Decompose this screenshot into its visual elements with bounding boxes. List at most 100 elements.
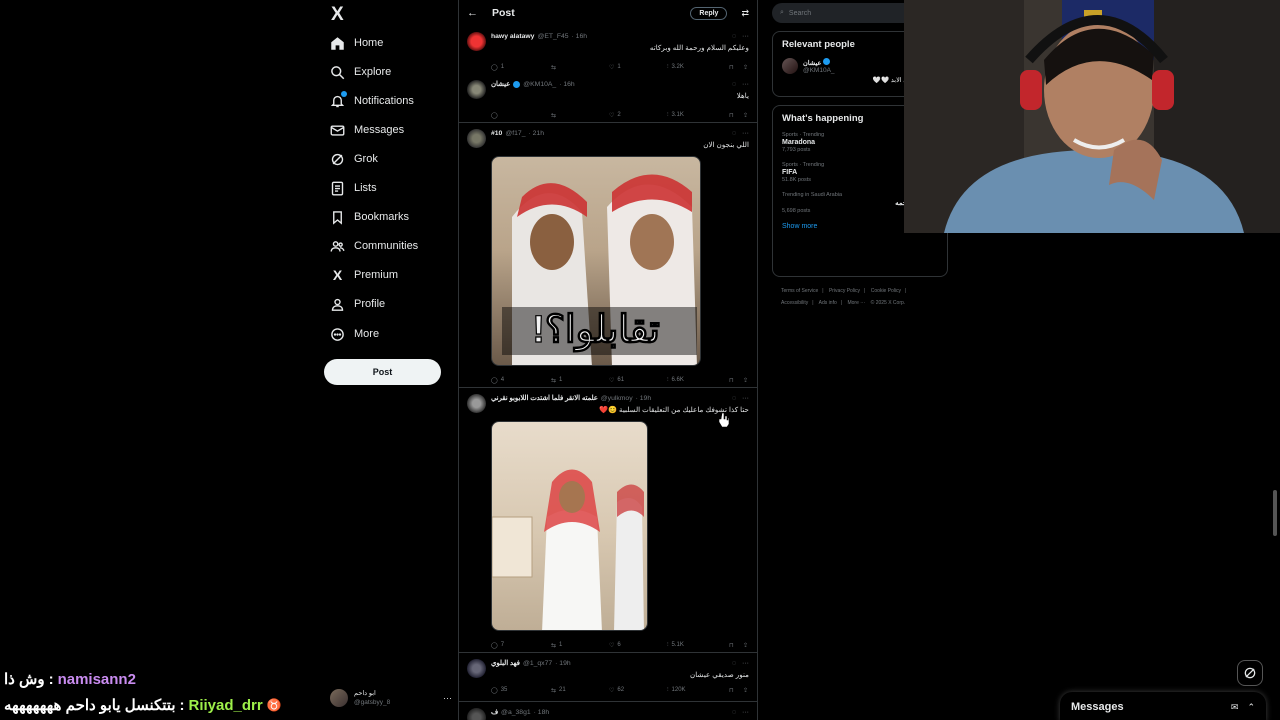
- post-button[interactable]: Post: [324, 359, 441, 385]
- filter-icon[interactable]: ⇄: [741, 8, 749, 19]
- reply-tweet[interactable]: ف @a_38g1 · 18h ◌ ···: [459, 702, 757, 720]
- footer-link[interactable]: Cookie Policy: [871, 288, 901, 294]
- more-horizontal-icon[interactable]: ···: [742, 33, 749, 40]
- views-action[interactable]: ⫶ 5.1K: [667, 642, 729, 649]
- footer-link[interactable]: Ads info: [819, 300, 837, 306]
- nav-messages[interactable]: Messages: [330, 117, 404, 143]
- nav-notifications[interactable]: Notifications: [330, 88, 414, 114]
- tweet-image[interactable]: تقابلوا؟!: [491, 156, 701, 366]
- views-action[interactable]: ⫶ 6.6K: [667, 377, 729, 384]
- tweet-header: عيشان @KM10A_ · 16h ◌ ···: [491, 79, 749, 89]
- reply-tweet[interactable]: علمته الانقر فلما اشتدت اللابوبو نقرني @…: [459, 388, 757, 653]
- grok-icon[interactable]: ◌: [732, 709, 736, 716]
- nav-more[interactable]: More: [330, 321, 379, 347]
- like-action[interactable]: ♡ 2: [609, 112, 667, 119]
- like-action[interactable]: ♡ 61: [609, 377, 667, 384]
- grok-icon[interactable]: ◌: [732, 33, 736, 40]
- nav-premium[interactable]: X Premium: [330, 262, 398, 288]
- tweet-actions: ◯ 35 ⇆ 21 ♡ 62 ⫶ 120K ⊓ ⇪: [491, 682, 749, 698]
- like-action[interactable]: ♡ 6: [609, 642, 667, 649]
- more-horizontal-icon[interactable]: ···: [742, 395, 749, 402]
- reply-tweet[interactable]: hawy alatawy @ET_F45 · 16h ◌ ··· وعليكم ا…: [459, 26, 757, 74]
- reply-tweet[interactable]: فهد البلوي @1_qx77 · 19h ◌ ··· منور صديقي…: [459, 653, 757, 702]
- bookmark-icon[interactable]: ⊓: [729, 64, 743, 71]
- grok-float-button[interactable]: [1237, 660, 1263, 686]
- more-horizontal-icon[interactable]: ···: [742, 709, 749, 716]
- views-action[interactable]: ⫶ 3.1K: [667, 112, 729, 119]
- nav-explore[interactable]: Explore: [330, 59, 391, 85]
- share-icon[interactable]: ⇪: [743, 642, 748, 649]
- nav-profile[interactable]: Profile: [330, 291, 385, 317]
- account-switcher[interactable]: ابو داحم @gatsbyy_8 ···: [330, 686, 452, 710]
- more-horizontal-icon[interactable]: ···: [742, 660, 749, 667]
- reply-action[interactable]: ◯: [491, 112, 551, 119]
- author-name[interactable]: فهد البلوي: [491, 659, 520, 667]
- author-name[interactable]: #10: [491, 130, 502, 137]
- chat-text: بتتكنسل يابو داحم هههههههه: [4, 697, 176, 714]
- bookmark-icon[interactable]: ⊓: [729, 112, 743, 119]
- nav-bookmarks[interactable]: Bookmarks: [330, 204, 409, 230]
- nav-lists-label: Lists: [354, 182, 377, 194]
- footer-link[interactable]: More ···: [847, 300, 865, 306]
- footer-link[interactable]: Terms of Service: [781, 288, 818, 294]
- share-icon[interactable]: ⇪: [743, 64, 748, 71]
- reply-button[interactable]: Reply: [690, 6, 728, 20]
- tweet-image[interactable]: [491, 421, 648, 631]
- bookmark-icon[interactable]: ⊓: [729, 377, 743, 384]
- author-name[interactable]: علمته الانقر فلما اشتدت اللابوبو نقرني: [491, 394, 598, 402]
- back-arrow-icon[interactable]: ←: [467, 7, 478, 19]
- bookmark-icon[interactable]: ⊓: [729, 687, 743, 694]
- reply-action[interactable]: ◯ 7: [491, 642, 551, 649]
- reply-count: 1: [500, 64, 505, 70]
- mail-icon: [330, 123, 345, 138]
- messages-drawer[interactable]: Messages ✉ ⌃: [1060, 692, 1266, 720]
- retweet-action[interactable]: ⇆: [551, 64, 609, 71]
- author-name[interactable]: hawy alatawy: [491, 33, 534, 40]
- nav-lists[interactable]: Lists: [330, 175, 377, 201]
- chevron-up-icon[interactable]: ⌃: [1247, 702, 1255, 713]
- more-horizontal-icon[interactable]: ···: [742, 130, 749, 137]
- view-count: 6.6K: [671, 377, 684, 383]
- retweet-action[interactable]: ⇆ 21: [551, 687, 609, 694]
- nav-grok[interactable]: Grok: [330, 146, 378, 172]
- reply-tweet[interactable]: عيشان @KM10A_ · 16h ◌ ··· ياهلا ◯ ⇆ ♡ 2 ⫶ 3…: [459, 74, 757, 123]
- share-icon[interactable]: ⇪: [743, 687, 748, 694]
- page-scrollbar[interactable]: [1273, 490, 1277, 536]
- reply-action[interactable]: ◯ 35: [491, 687, 551, 694]
- search-input[interactable]: Search: [789, 10, 811, 17]
- x-logo-icon[interactable]: X: [331, 5, 351, 25]
- reply-tweet[interactable]: #10 @f17_ · 21h ◌ ··· اللي بنجون الان تقا…: [459, 123, 757, 388]
- grok-icon[interactable]: ◌: [732, 130, 736, 137]
- nav-home[interactable]: Home: [330, 30, 383, 56]
- tweet-header: hawy alatawy @ET_F45 · 16h ◌ ···: [491, 31, 749, 41]
- retweet-action[interactable]: ⇆ 1: [551, 642, 609, 649]
- new-message-icon[interactable]: ✉: [1231, 702, 1239, 713]
- avatar: [330, 689, 348, 707]
- author-name[interactable]: ف: [491, 708, 498, 716]
- like-action[interactable]: ♡ 62: [609, 687, 667, 694]
- retweet-icon: ⇆: [551, 687, 557, 694]
- copyright: © 2025 X Corp.: [870, 300, 906, 306]
- reply-action[interactable]: ◯ 1: [491, 64, 551, 71]
- retweet-action[interactable]: ⇆ 1: [551, 377, 609, 384]
- account-names: ابو داحم @gatsbyy_8: [354, 689, 390, 707]
- grok-icon[interactable]: ◌: [732, 395, 736, 402]
- more-horizontal-icon[interactable]: ···: [443, 693, 452, 703]
- more-horizontal-icon[interactable]: ···: [742, 81, 749, 88]
- views-action[interactable]: ⫶ 120K: [667, 687, 729, 694]
- nav-communities[interactable]: Communities: [330, 233, 418, 259]
- footer-link[interactable]: Privacy Policy: [829, 288, 860, 294]
- grok-icon[interactable]: ◌: [732, 81, 736, 88]
- share-icon[interactable]: ⇪: [743, 112, 748, 119]
- footer-link[interactable]: Accessibility: [781, 300, 808, 306]
- heart-icon: ♡: [609, 687, 615, 694]
- retweet-action[interactable]: ⇆: [551, 112, 609, 119]
- nav-profile-label: Profile: [354, 298, 386, 310]
- bookmark-icon[interactable]: ⊓: [729, 642, 743, 649]
- views-action[interactable]: ⫶ 3.2K: [667, 64, 729, 71]
- share-icon[interactable]: ⇪: [743, 377, 748, 384]
- grok-icon[interactable]: ◌: [732, 660, 736, 667]
- reply-action[interactable]: ◯ 4: [491, 377, 551, 384]
- like-action[interactable]: ♡ 1: [609, 64, 667, 71]
- author-name[interactable]: عيشان: [491, 80, 510, 88]
